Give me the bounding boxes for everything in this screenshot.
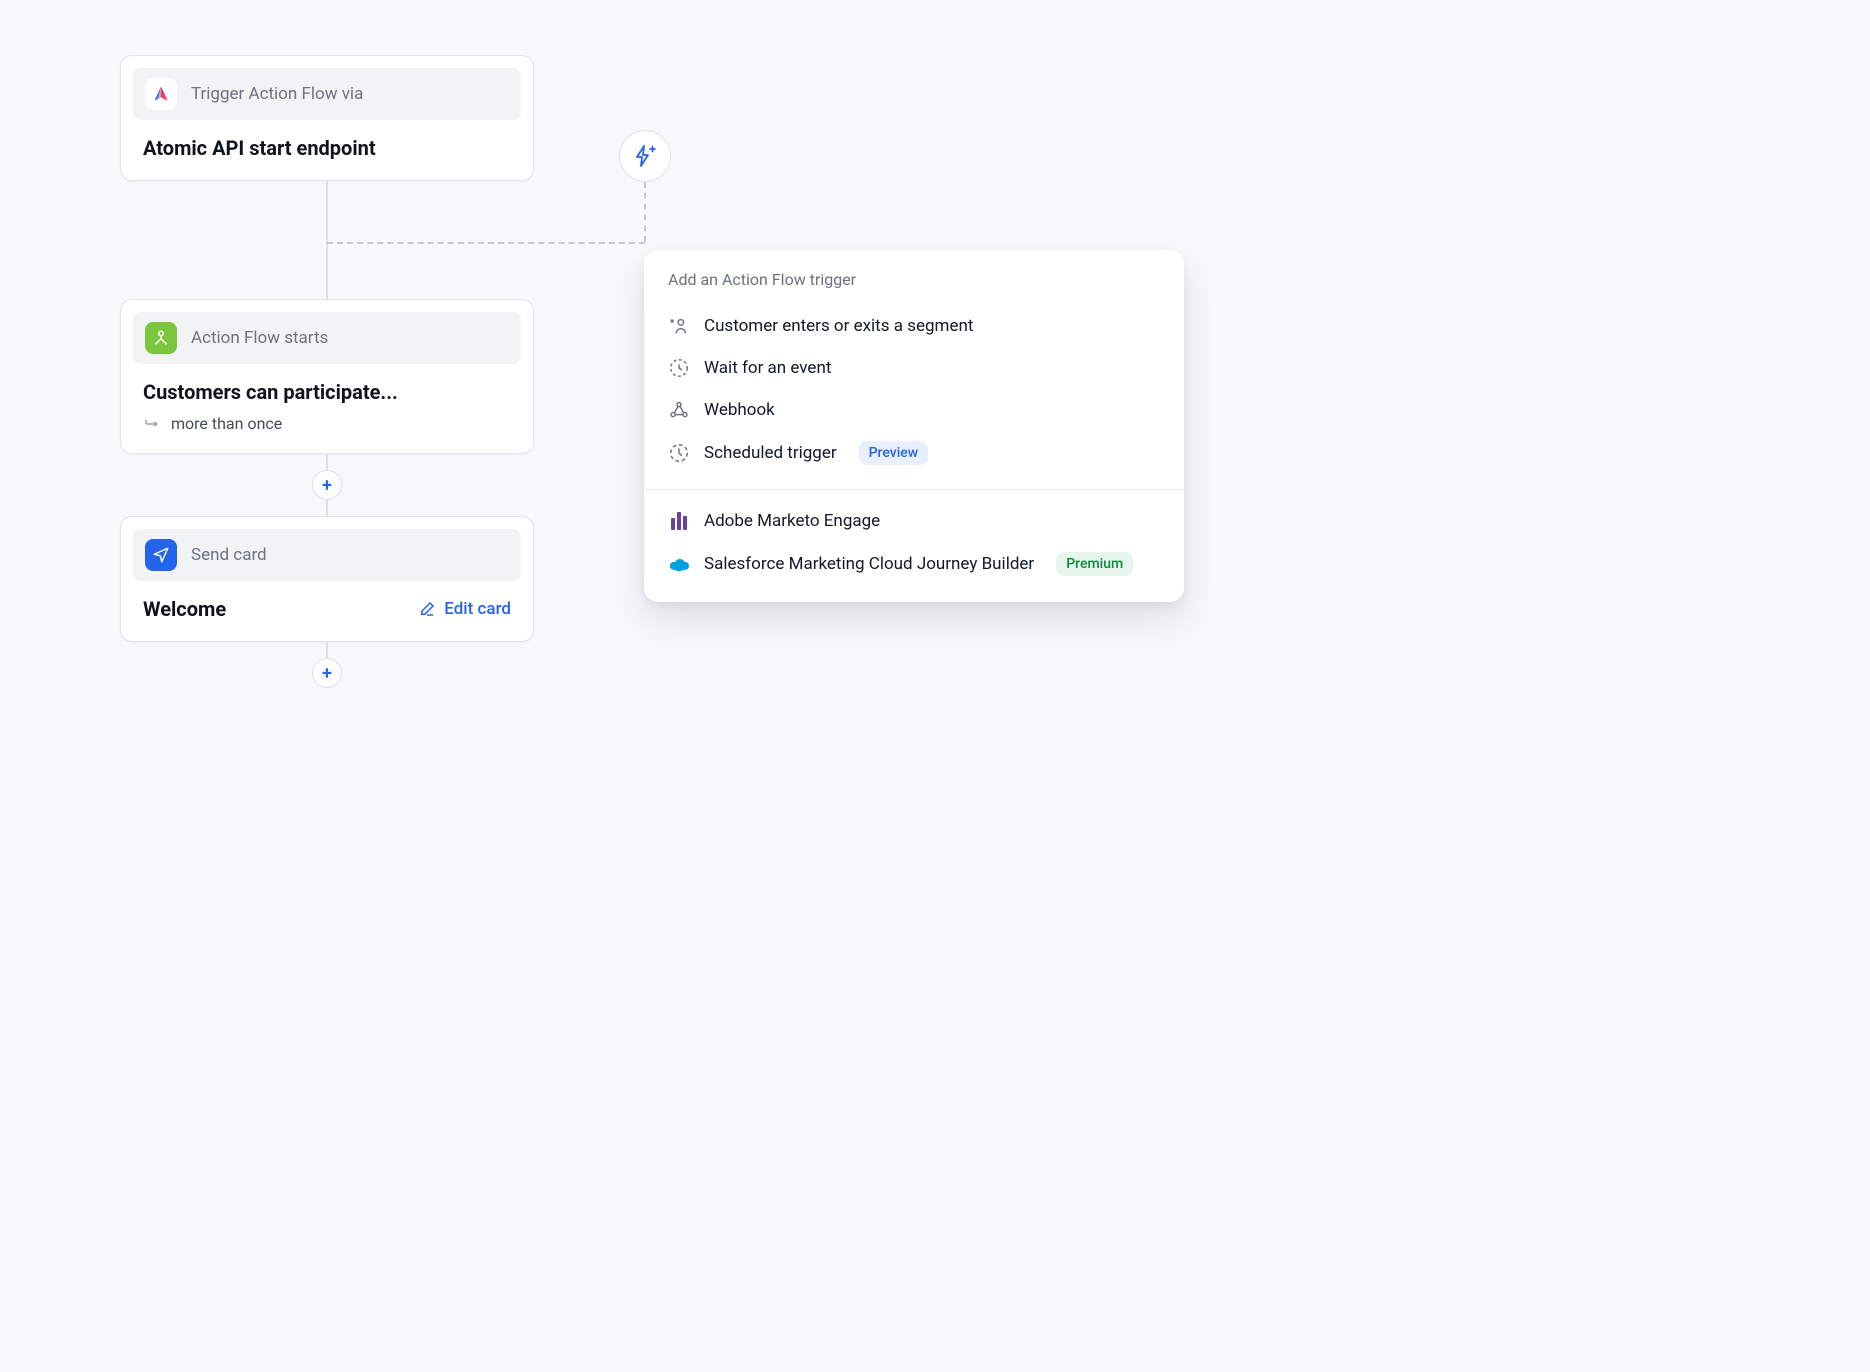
start-header-label: Action Flow starts	[191, 328, 328, 348]
send-icon	[145, 539, 177, 571]
schedule-icon	[668, 442, 690, 464]
trigger-title: Atomic API start endpoint	[143, 136, 511, 160]
connector-line	[326, 454, 328, 470]
trigger-option-segment[interactable]: Customer enters or exits a segment	[656, 305, 1172, 347]
trigger-option-salesforce[interactable]: Salesforce Marketing Cloud Journey Build…	[656, 542, 1172, 586]
bolt-plus-icon	[633, 144, 657, 168]
webhook-icon	[668, 399, 690, 421]
user-segment-icon	[668, 315, 690, 337]
popover-primary-list: Customer enters or exits a segment Wait …	[644, 299, 1184, 489]
add-step-button[interactable]: +	[312, 658, 342, 688]
dashed-connector-horizontal	[327, 242, 645, 244]
salesforce-icon	[668, 553, 690, 575]
preview-badge: Preview	[859, 441, 929, 465]
trigger-header-label: Trigger Action Flow via	[191, 84, 363, 104]
trigger-option-label: Customer enters or exits a segment	[704, 316, 973, 336]
marketo-icon	[668, 510, 690, 532]
trigger-popover: Add an Action Flow trigger Customer ente…	[644, 250, 1184, 602]
edit-card-label: Edit card	[444, 599, 511, 619]
clock-dashed-icon	[668, 357, 690, 379]
flow-node-trigger[interactable]: Trigger Action Flow via Atomic API start…	[120, 55, 534, 181]
connector-line	[326, 642, 328, 658]
trigger-option-scheduled[interactable]: Scheduled trigger Preview	[656, 431, 1172, 475]
premium-badge: Premium	[1056, 552, 1133, 576]
dashed-connector-vertical	[644, 182, 646, 242]
flow-start-icon	[145, 322, 177, 354]
add-trigger-button[interactable]	[619, 130, 671, 182]
send-header-label: Send card	[191, 545, 267, 565]
flow-node-start[interactable]: Action Flow starts Customers can partici…	[120, 299, 534, 454]
trigger-option-label: Adobe Marketo Engage	[704, 511, 880, 531]
arrow-sub-icon	[143, 415, 161, 433]
popover-integrations-list: Adobe Marketo Engage Salesforce Marketin…	[644, 490, 1184, 602]
edit-icon	[418, 600, 436, 618]
add-step-button[interactable]: +	[312, 470, 342, 500]
trigger-option-label: Wait for an event	[704, 358, 831, 378]
atomic-logo-icon	[145, 78, 177, 110]
trigger-option-marketo[interactable]: Adobe Marketo Engage	[656, 500, 1172, 542]
start-detail: more than once	[171, 414, 282, 433]
start-title: Customers can participate...	[143, 380, 511, 404]
trigger-option-label: Scheduled trigger	[704, 443, 837, 463]
popover-title: Add an Action Flow trigger	[644, 250, 1184, 299]
trigger-option-webhook[interactable]: Webhook	[656, 389, 1172, 431]
connector-line	[326, 181, 328, 299]
connector-line	[326, 500, 328, 516]
trigger-option-label: Salesforce Marketing Cloud Journey Build…	[704, 554, 1034, 574]
flow-node-send-card[interactable]: Send card Welcome Edit card	[120, 516, 534, 642]
trigger-option-wait-event[interactable]: Wait for an event	[656, 347, 1172, 389]
edit-card-link[interactable]: Edit card	[418, 599, 511, 619]
trigger-option-label: Webhook	[704, 400, 775, 420]
flow-column: Trigger Action Flow via Atomic API start…	[120, 55, 534, 688]
send-title: Welcome	[143, 597, 226, 621]
